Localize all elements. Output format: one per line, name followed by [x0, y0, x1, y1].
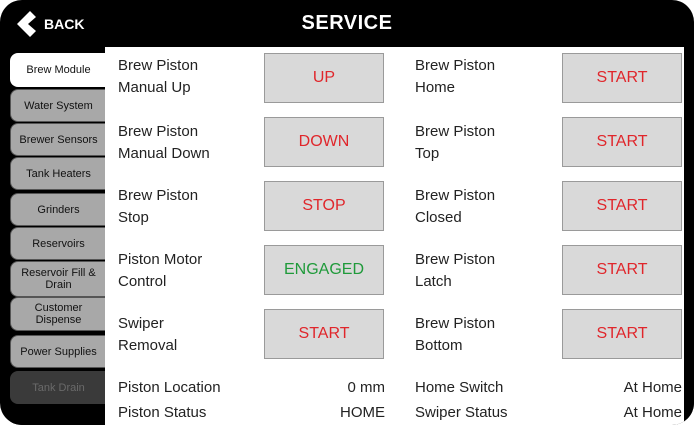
swiper-removal-label: Swiper Removal [118, 315, 178, 354]
chevron-left-icon [17, 11, 36, 37]
closed-start-button[interactable]: START [562, 181, 682, 231]
tab-label: Tank Heaters [26, 167, 91, 180]
tab-label: Grinders [37, 203, 80, 216]
brew-piston-bottom-label: Brew Piston Bottom [415, 315, 496, 354]
app-frame: BACK SERVICE Brew Module Water System Br… [0, 0, 694, 425]
manual-up-button[interactable]: UP [264, 53, 384, 103]
manual-down-button[interactable]: DOWN [264, 117, 384, 167]
piston-location-label: Piston Location [118, 379, 221, 396]
piston-status-value: HOME [340, 404, 385, 421]
tab-tank-drain[interactable]: Tank Drain [10, 371, 106, 404]
brew-piston-top-label: Brew Piston Top [415, 123, 496, 162]
swiper-status-value: At Home [623, 404, 682, 421]
tab-tank-heaters[interactable]: Tank Heaters [10, 157, 106, 190]
top-start-button[interactable]: START [562, 117, 682, 167]
piston-motor-control-label: Piston Motor Control [118, 251, 203, 290]
tab-label: Brewer Sensors [19, 133, 98, 146]
tab-reservoirs[interactable]: Reservoirs [10, 227, 106, 260]
tab-label: Customer Dispense [34, 302, 83, 326]
back-label: BACK [44, 16, 85, 32]
tab-water-system[interactable]: Water System [10, 89, 106, 122]
tab-brewer-sensors[interactable]: Brewer Sensors [10, 123, 106, 156]
back-button[interactable]: BACK [14, 9, 84, 39]
tab-reservoir-fill-drain[interactable]: Reservoir Fill & Drain [10, 261, 106, 297]
piston-status-label: Piston Status [118, 404, 207, 421]
swiper-status-label: Swiper Status [415, 404, 508, 421]
tab-label: Power Supplies [20, 345, 97, 358]
latch-start-button[interactable]: START [562, 245, 682, 295]
sidebar: Brew Module Water System Brewer Sensors … [10, 47, 106, 425]
tab-label: Water System [24, 99, 93, 112]
home-switch-label: Home Switch [415, 379, 504, 396]
stop-button[interactable]: STOP [264, 181, 384, 231]
motor-engaged-button[interactable]: ENGAGED [264, 245, 384, 295]
header-bar: BACK SERVICE [0, 0, 694, 47]
tab-grinders[interactable]: Grinders [10, 193, 106, 226]
bottom-start-button[interactable]: START [562, 309, 682, 359]
tab-power-supplies[interactable]: Power Supplies [10, 335, 106, 368]
brew-piston-manual-down-label: Brew Piston Manual Down [118, 123, 210, 162]
home-start-button[interactable]: START [562, 53, 682, 103]
brew-piston-latch-label: Brew Piston Latch [415, 251, 496, 290]
brew-piston-closed-label: Brew Piston Closed [415, 187, 496, 226]
page-title: SERVICE [301, 12, 393, 34]
home-switch-value: At Home [623, 379, 682, 396]
right-bezel [684, 47, 694, 425]
tab-label: Brew Module [26, 64, 91, 76]
brew-piston-home-label: Brew Piston Home [415, 57, 496, 96]
tab-label: Reservoirs [32, 237, 85, 250]
tab-customer-dispense[interactable]: Customer Dispense [10, 297, 106, 331]
tab-label: Tank Drain [32, 381, 85, 394]
piston-location-value: 0 mm [347, 379, 386, 396]
swiper-removal-start-button[interactable]: START [264, 309, 384, 359]
brew-piston-stop-label: Brew Piston Stop [118, 187, 199, 226]
tab-label: Reservoir Fill & Drain [21, 267, 96, 291]
main-content: Brew Piston Manual Up Brew Piston Manual D… [105, 47, 687, 425]
tab-brew-module[interactable]: Brew Module [10, 53, 106, 87]
brew-piston-manual-up-label: Brew Piston Manual Up [118, 57, 199, 96]
